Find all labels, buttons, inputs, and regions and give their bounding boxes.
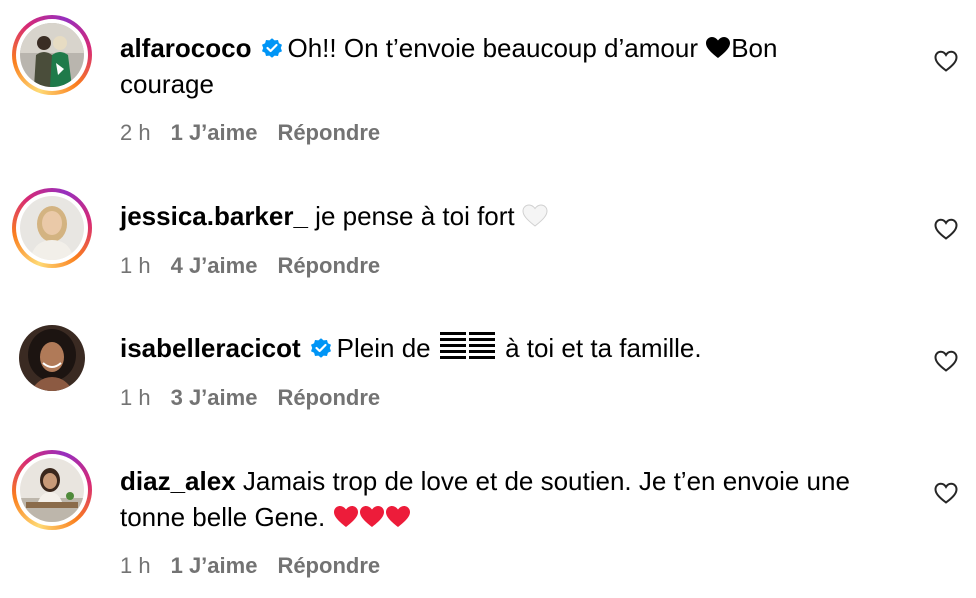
comment-time: 1 h — [120, 553, 151, 578]
comment-meta: 1 h 4 J’aime Répondre — [120, 253, 400, 279]
verified-badge-icon — [310, 338, 331, 358]
comment-username[interactable]: isabelleracicot — [120, 333, 301, 363]
like-heart-icon[interactable] — [934, 218, 958, 240]
comment-likes[interactable]: 3 J’aime — [171, 385, 258, 411]
verified-badge-icon — [261, 38, 282, 58]
like-heart-icon[interactable] — [934, 350, 958, 372]
comment-body: Plein de — [336, 333, 438, 363]
avatar-ring[interactable] — [12, 318, 92, 398]
avatar[interactable] — [20, 458, 84, 522]
avatar-ring[interactable] — [12, 450, 92, 530]
comment-text: diaz_alex Jamais trop de love et de sout… — [120, 463, 860, 535]
reply-button[interactable]: Répondre — [277, 553, 380, 579]
comment-meta: 2 h 1 J’aime Répondre — [120, 120, 400, 146]
avatar[interactable] — [19, 325, 85, 391]
white-heart-emoji — [522, 204, 548, 227]
comment-meta: 1 h 1 J’aime Répondre — [120, 553, 400, 579]
comment-body: Oh!! On t’envoie beaucoup d’amour — [287, 33, 706, 63]
avatar[interactable] — [20, 23, 84, 87]
comment-body: je pense à toi fort — [315, 201, 522, 231]
reply-button[interactable]: Répondre — [277, 253, 380, 279]
reply-button[interactable]: Répondre — [277, 120, 380, 146]
reply-button[interactable]: Répondre — [277, 385, 380, 411]
comment-time: 1 h — [120, 253, 151, 278]
comment-username[interactable]: alfarococo — [120, 33, 252, 63]
avatar[interactable] — [20, 196, 84, 260]
comment-likes[interactable]: 4 J’aime — [171, 253, 258, 279]
comment-text: alfarococo Oh!! On t’envoie beaucoup d’am… — [120, 30, 860, 102]
comment-text: isabelleracicotPlein de 🇵🇸 à toi et ta f… — [120, 330, 860, 366]
comment-username[interactable]: jessica.barker_ — [120, 201, 308, 231]
like-heart-icon[interactable] — [934, 482, 958, 504]
flag-emoji — [439, 332, 495, 359]
comment-likes[interactable]: 1 J’aime — [171, 553, 258, 579]
comment-body-end: à toi et ta famille. — [497, 333, 702, 363]
black-heart-emoji — [706, 37, 731, 58]
avatar-ring[interactable] — [12, 188, 92, 268]
comment-meta: 1 h 3 J’aime Répondre — [120, 385, 400, 411]
comment-username[interactable]: diaz_alex — [120, 466, 236, 496]
comment-text: jessica.barker_ je pense à toi fort 🤍 — [120, 198, 860, 234]
comment-time: 2 h — [120, 120, 151, 145]
comment-time: 1 h — [120, 385, 151, 410]
avatar-ring[interactable] — [12, 15, 92, 95]
red-hearts-emoji — [333, 502, 411, 532]
comment-likes[interactable]: 1 J’aime — [171, 120, 258, 146]
like-heart-icon[interactable] — [934, 50, 958, 72]
